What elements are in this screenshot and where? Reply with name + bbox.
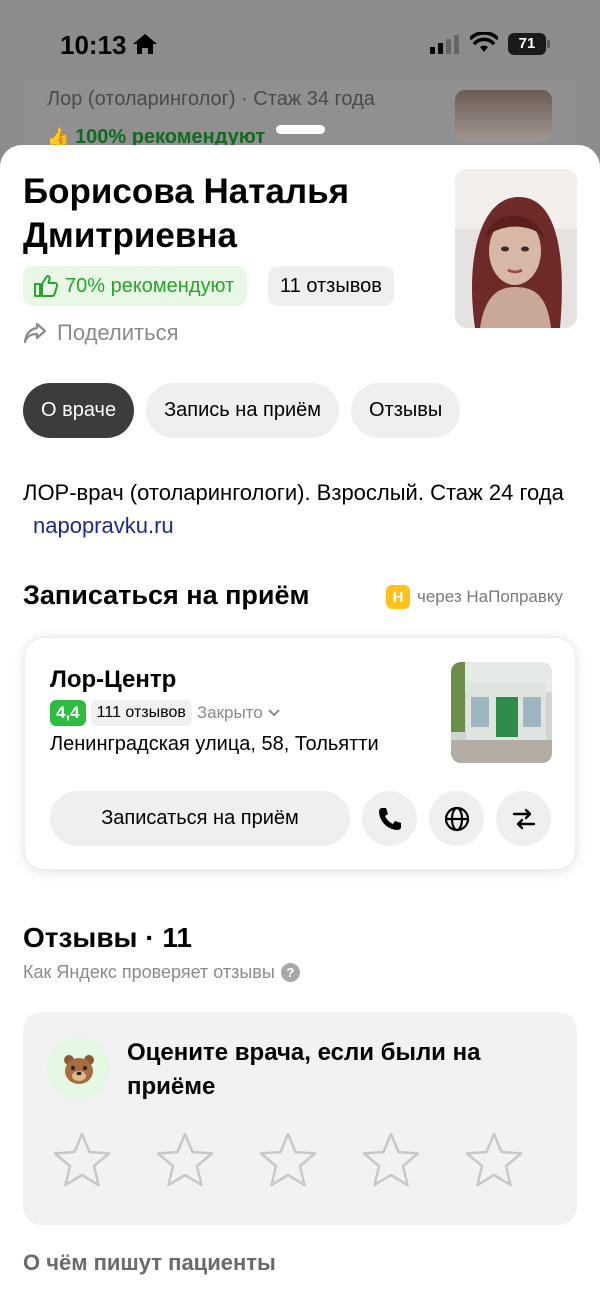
share-button[interactable]: Поделиться [23, 320, 178, 346]
via-napopravku: Н через НаПоправку [386, 585, 563, 609]
star-icon[interactable] [360, 1130, 422, 1192]
star-icon[interactable] [463, 1130, 525, 1192]
wifi-icon [470, 32, 498, 52]
recommend-text: 70% рекомендуют [65, 274, 235, 297]
star-icon[interactable] [154, 1130, 216, 1192]
about-description: ЛОР-врач (отоларингологи). Взрослый. Ста… [23, 480, 564, 505]
background-doctor-photo [455, 90, 552, 142]
route-icon [512, 808, 535, 829]
signal-icon [430, 35, 459, 54]
clinic-address: Ленинградская улица, 58, Тольятти [50, 733, 379, 755]
clinic-rating: 4,4 [50, 700, 86, 726]
star-icon[interactable] [257, 1130, 319, 1192]
phone-icon [378, 807, 401, 830]
share-icon [23, 322, 47, 344]
reviews-count-badge[interactable]: 11 отзывов [268, 266, 394, 306]
background-specialty: Лор (отоларинголог) · Стаж 34 года [47, 88, 375, 110]
thumbs-up-icon: 👍 [47, 127, 70, 147]
home-icon [133, 34, 157, 54]
clinic-reviews[interactable]: 111 отзывов [90, 700, 192, 726]
status-time: 10:13 [60, 30, 127, 60]
rate-prompt: Оцените врача, если были на приёме [127, 1039, 481, 1100]
about-text: ЛОР-врач (отоларингологи). Взрослый. Ста… [23, 476, 583, 542]
tab-reviews[interactable]: Отзывы [351, 383, 461, 438]
globe-icon [444, 806, 469, 831]
tab-booking[interactable]: Запись на приём [146, 383, 339, 438]
clinic-photo[interactable] [451, 662, 552, 763]
call-button[interactable] [362, 791, 417, 846]
napopravku-logo: Н [386, 585, 410, 609]
doctor-photo [455, 169, 577, 328]
route-button[interactable] [496, 791, 551, 846]
thumbs-up-icon [34, 275, 59, 297]
booking-title: Записаться на приём [23, 580, 310, 610]
clinic-status[interactable]: Закрыто [197, 703, 281, 723]
recommend-badge: 70% рекомендуют [23, 266, 248, 306]
reviews-title: Отзывы · 11 [23, 922, 192, 953]
share-label: Поделиться [57, 320, 179, 345]
topics-title: О чём пишут пациенты [23, 1250, 276, 1275]
book-appointment-button[interactable]: Записаться на приём [50, 791, 350, 846]
star-rating [51, 1130, 525, 1192]
source-link[interactable]: napopravku.ru [33, 513, 174, 538]
website-button[interactable] [429, 791, 484, 846]
doctor-name: Борисова Наталья Дмитриевна [23, 172, 350, 255]
clinic-status-text: Закрыто [196, 703, 263, 722]
clinic-name: Лор-Центр [50, 666, 177, 693]
bear-icon [47, 1037, 110, 1100]
sheet-grabber[interactable] [276, 125, 325, 134]
tabs: О враче Запись на приём Отзывы [23, 383, 461, 438]
verify-reviews-link[interactable]: Как Яндекс проверяет отзывы ? [23, 962, 300, 983]
clinic-card[interactable]: Лор-Центр 4,4 111 отзывов Закрыто Ленинг… [24, 637, 576, 870]
star-icon[interactable] [51, 1130, 113, 1192]
clinic-meta: 4,4 111 отзывов Закрыто [50, 700, 281, 726]
battery-level: 71 [508, 33, 546, 55]
tab-about[interactable]: О враче [23, 383, 135, 438]
question-icon: ? [280, 963, 300, 982]
chevron-down-icon [268, 709, 280, 717]
battery-icon: 71 [508, 33, 550, 55]
rate-doctor-card: Оцените врача, если были на приёме [23, 1012, 577, 1225]
verify-text: Как Яндекс проверяет отзывы [23, 962, 275, 982]
via-text: через НаПоправку [417, 587, 564, 606]
status-bar: 10:13 71 [0, 0, 600, 90]
